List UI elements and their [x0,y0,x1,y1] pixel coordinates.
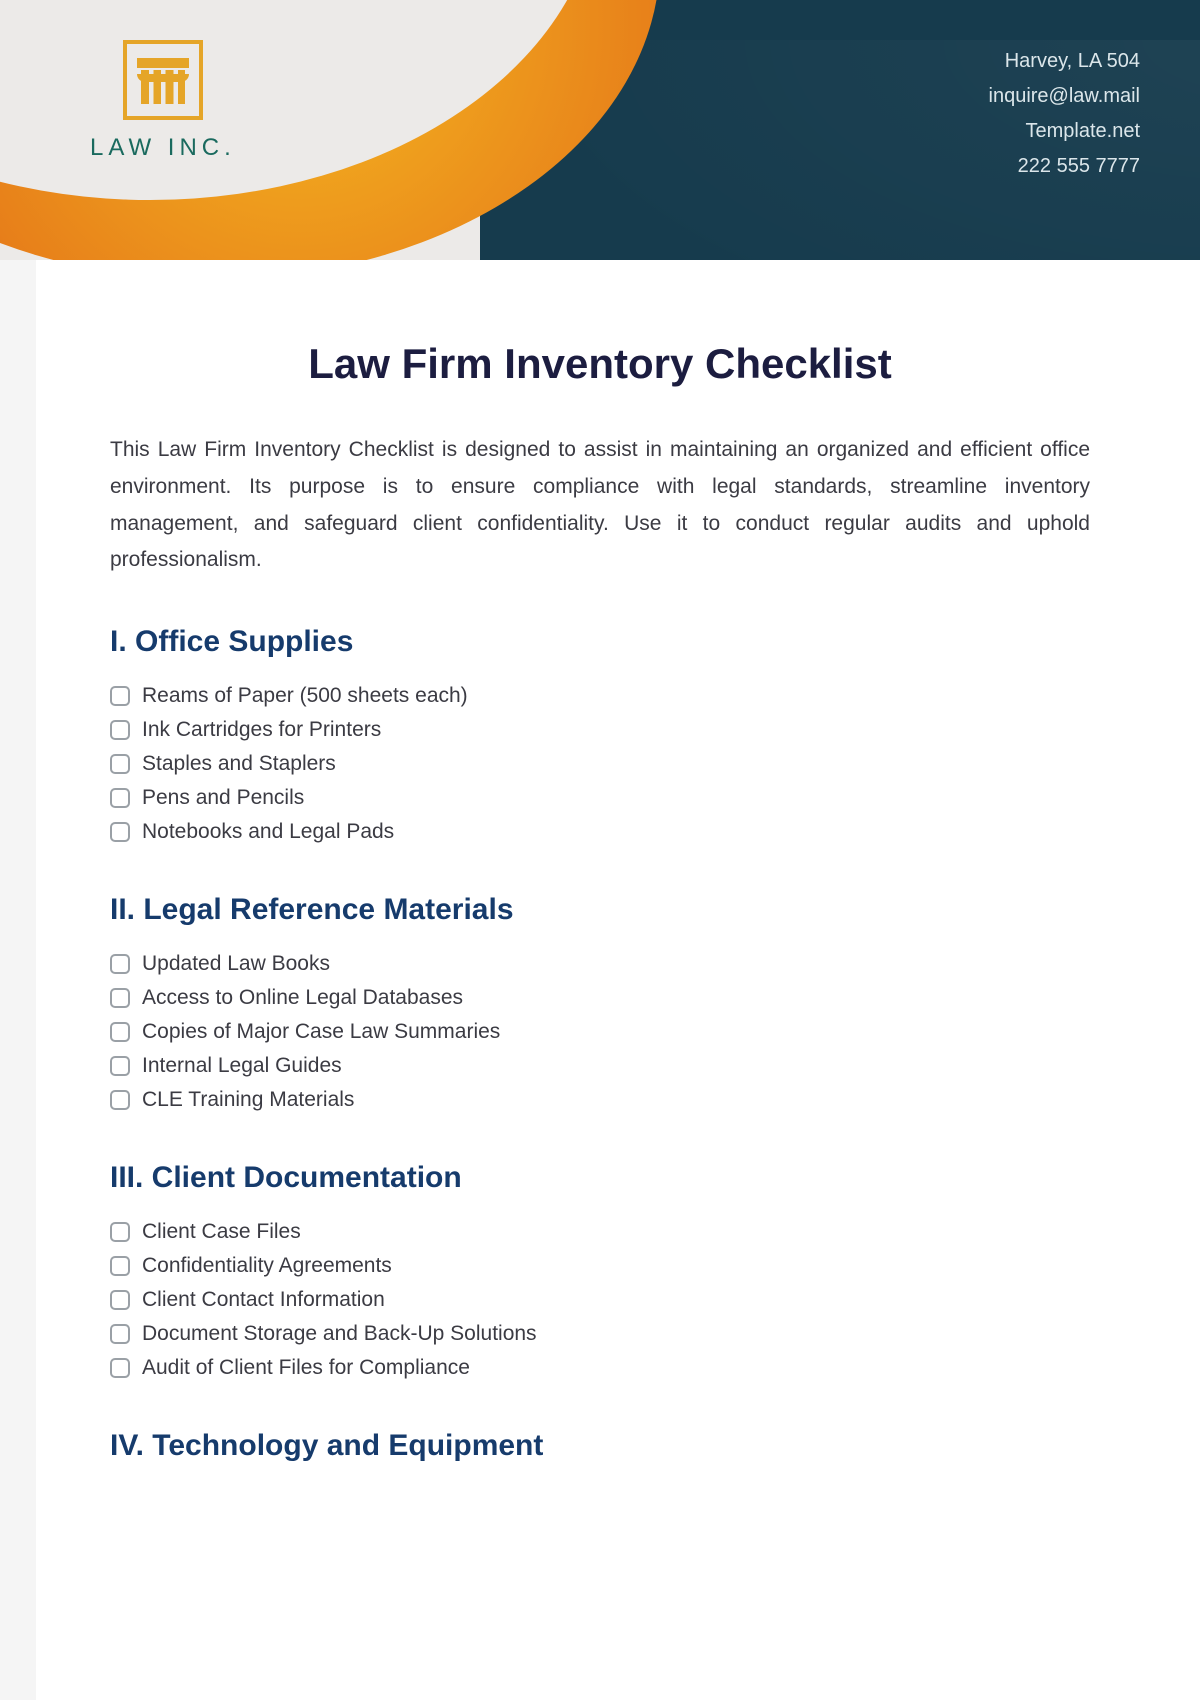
item-label: Internal Legal Guides [142,1054,342,1078]
section-heading-technology: IV. Technology and Equipment [110,1429,1090,1463]
contact-block: Harvey, LA 504 inquire@law.mail Template… [989,44,1140,184]
list-item: Access to Online Legal Databases [110,981,1090,1015]
logo-text: LAW INC. [90,134,236,162]
content: Law Firm Inventory Checklist This Law Fi… [0,260,1200,1523]
section-heading-office-supplies: I. Office Supplies [110,625,1090,659]
list-item: Staples and Staplers [110,747,1090,781]
item-label: Updated Law Books [142,952,330,976]
checkbox-icon[interactable] [110,1090,130,1110]
checkbox-icon[interactable] [110,822,130,842]
list-item: Ink Cartridges for Printers [110,713,1090,747]
section-heading-legal-reference: II. Legal Reference Materials [110,893,1090,927]
item-label: Client Contact Information [142,1288,385,1312]
checklist-legal-reference: Updated Law Books Access to Online Legal… [110,947,1090,1117]
page-gutter [0,260,36,1700]
checkbox-icon[interactable] [110,954,130,974]
contact-phone: 222 555 7777 [989,149,1140,184]
checklist-office-supplies: Reams of Paper (500 sheets each) Ink Car… [110,679,1090,849]
contact-address: Harvey, LA 504 [989,44,1140,79]
item-label: Document Storage and Back-Up Solutions [142,1322,537,1346]
list-item: Internal Legal Guides [110,1049,1090,1083]
contact-email: inquire@law.mail [989,79,1140,114]
list-item: Updated Law Books [110,947,1090,981]
checkbox-icon[interactable] [110,1358,130,1378]
checklist-client-docs: Client Case Files Confidentiality Agreem… [110,1215,1090,1385]
document-page: LAW INC. Harvey, LA 504 inquire@law.mail… [0,0,1200,1700]
item-label: Notebooks and Legal Pads [142,820,394,844]
item-label: Reams of Paper (500 sheets each) [142,684,468,708]
list-item: Copies of Major Case Law Summaries [110,1015,1090,1049]
checkbox-icon[interactable] [110,720,130,740]
list-item: Notebooks and Legal Pads [110,815,1090,849]
list-item: CLE Training Materials [110,1083,1090,1117]
list-item: Audit of Client Files for Compliance [110,1351,1090,1385]
intro-paragraph: This Law Firm Inventory Checklist is des… [110,432,1090,579]
checkbox-icon[interactable] [110,1324,130,1344]
list-item: Client Case Files [110,1215,1090,1249]
checkbox-icon[interactable] [110,1256,130,1276]
checkbox-icon[interactable] [110,1022,130,1042]
list-item: Client Contact Information [110,1283,1090,1317]
checkbox-icon[interactable] [110,754,130,774]
item-label: Staples and Staplers [142,752,336,776]
section-heading-client-docs: III. Client Documentation [110,1161,1090,1195]
logo-icon [123,40,203,120]
header: LAW INC. Harvey, LA 504 inquire@law.mail… [0,0,1200,260]
list-item: Pens and Pencils [110,781,1090,815]
checkbox-icon[interactable] [110,988,130,1008]
list-item: Reams of Paper (500 sheets each) [110,679,1090,713]
item-label: Confidentiality Agreements [142,1254,392,1278]
item-label: Pens and Pencils [142,786,304,810]
logo: LAW INC. [90,40,236,162]
item-label: Audit of Client Files for Compliance [142,1356,470,1380]
checkbox-icon[interactable] [110,1222,130,1242]
item-label: Copies of Major Case Law Summaries [142,1020,500,1044]
item-label: Client Case Files [142,1220,301,1244]
item-label: Access to Online Legal Databases [142,986,463,1010]
list-item: Document Storage and Back-Up Solutions [110,1317,1090,1351]
page-title: Law Firm Inventory Checklist [110,340,1090,388]
item-label: Ink Cartridges for Printers [142,718,381,742]
contact-website: Template.net [989,114,1140,149]
checkbox-icon[interactable] [110,788,130,808]
checkbox-icon[interactable] [110,1056,130,1076]
checkbox-icon[interactable] [110,1290,130,1310]
checkbox-icon[interactable] [110,686,130,706]
list-item: Confidentiality Agreements [110,1249,1090,1283]
item-label: CLE Training Materials [142,1088,354,1112]
